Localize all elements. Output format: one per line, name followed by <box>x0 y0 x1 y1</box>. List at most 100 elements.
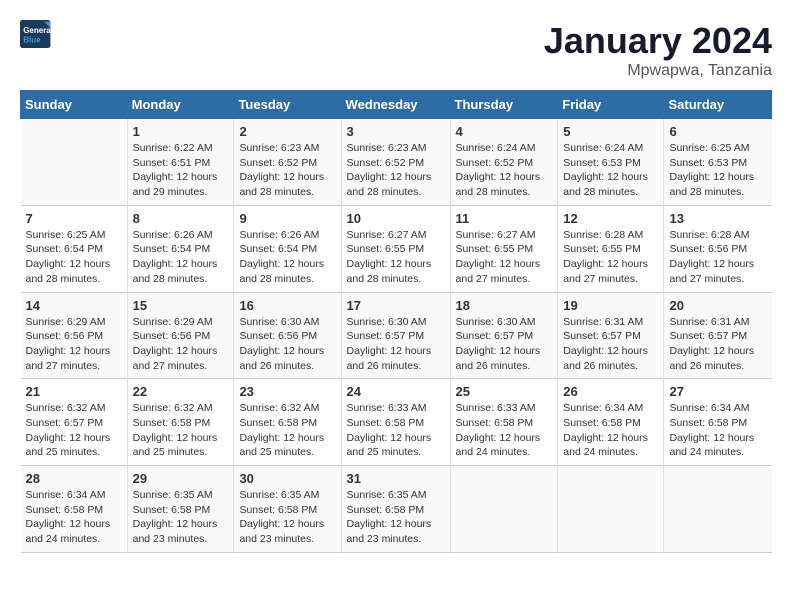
day-info: Sunrise: 6:26 AMSunset: 6:54 PMDaylight:… <box>239 229 324 285</box>
day-number: 30 <box>239 471 335 486</box>
day-info: Sunrise: 6:30 AMSunset: 6:57 PMDaylight:… <box>456 316 541 372</box>
day-info: Sunrise: 6:35 AMSunset: 6:58 PMDaylight:… <box>239 489 324 545</box>
logo: General Blue <box>20 20 56 48</box>
header-saturday: Saturday <box>664 91 772 119</box>
day-info: Sunrise: 6:29 AMSunset: 6:56 PMDaylight:… <box>133 316 218 372</box>
logo-icon: General Blue <box>20 20 52 48</box>
header-tuesday: Tuesday <box>234 91 341 119</box>
calendar-week-row: 7 Sunrise: 6:25 AMSunset: 6:54 PMDayligh… <box>21 205 772 292</box>
calendar-week-row: 1 Sunrise: 6:22 AMSunset: 6:51 PMDayligh… <box>21 119 772 206</box>
day-number: 31 <box>347 471 445 486</box>
calendar-cell <box>21 119 128 206</box>
calendar-cell: 3 Sunrise: 6:23 AMSunset: 6:52 PMDayligh… <box>341 119 450 206</box>
day-number: 19 <box>563 298 658 313</box>
calendar-cell: 10 Sunrise: 6:27 AMSunset: 6:55 PMDaylig… <box>341 205 450 292</box>
day-info: Sunrise: 6:30 AMSunset: 6:57 PMDaylight:… <box>347 316 432 372</box>
calendar-week-row: 14 Sunrise: 6:29 AMSunset: 6:56 PMDaylig… <box>21 292 772 379</box>
calendar-cell: 19 Sunrise: 6:31 AMSunset: 6:57 PMDaylig… <box>558 292 664 379</box>
calendar-header-row: Sunday Monday Tuesday Wednesday Thursday… <box>21 91 772 119</box>
day-number: 28 <box>26 471 122 486</box>
day-number: 2 <box>239 124 335 139</box>
day-number: 29 <box>133 471 229 486</box>
calendar-cell <box>664 466 772 553</box>
day-number: 15 <box>133 298 229 313</box>
day-number: 17 <box>347 298 445 313</box>
svg-text:General: General <box>23 26 52 35</box>
calendar-cell: 27 Sunrise: 6:34 AMSunset: 6:58 PMDaylig… <box>664 379 772 466</box>
header-wednesday: Wednesday <box>341 91 450 119</box>
svg-text:Blue: Blue <box>23 35 41 44</box>
calendar-cell: 26 Sunrise: 6:34 AMSunset: 6:58 PMDaylig… <box>558 379 664 466</box>
day-info: Sunrise: 6:34 AMSunset: 6:58 PMDaylight:… <box>26 489 111 545</box>
calendar-cell: 12 Sunrise: 6:28 AMSunset: 6:55 PMDaylig… <box>558 205 664 292</box>
day-info: Sunrise: 6:25 AMSunset: 6:53 PMDaylight:… <box>669 142 754 198</box>
calendar-cell <box>558 466 664 553</box>
day-info: Sunrise: 6:33 AMSunset: 6:58 PMDaylight:… <box>347 402 432 458</box>
header-monday: Monday <box>127 91 234 119</box>
day-info: Sunrise: 6:33 AMSunset: 6:58 PMDaylight:… <box>456 402 541 458</box>
day-info: Sunrise: 6:27 AMSunset: 6:55 PMDaylight:… <box>347 229 432 285</box>
day-info: Sunrise: 6:35 AMSunset: 6:58 PMDaylight:… <box>133 489 218 545</box>
calendar-week-row: 28 Sunrise: 6:34 AMSunset: 6:58 PMDaylig… <box>21 466 772 553</box>
calendar-table: Sunday Monday Tuesday Wednesday Thursday… <box>20 90 772 553</box>
title-block: January 2024 Mpwapwa, Tanzania <box>544 20 772 80</box>
calendar-cell: 31 Sunrise: 6:35 AMSunset: 6:58 PMDaylig… <box>341 466 450 553</box>
header-thursday: Thursday <box>450 91 558 119</box>
day-info: Sunrise: 6:34 AMSunset: 6:58 PMDaylight:… <box>669 402 754 458</box>
calendar-cell: 2 Sunrise: 6:23 AMSunset: 6:52 PMDayligh… <box>234 119 341 206</box>
calendar-cell: 6 Sunrise: 6:25 AMSunset: 6:53 PMDayligh… <box>664 119 772 206</box>
calendar-cell: 9 Sunrise: 6:26 AMSunset: 6:54 PMDayligh… <box>234 205 341 292</box>
day-number: 3 <box>347 124 445 139</box>
calendar-cell: 14 Sunrise: 6:29 AMSunset: 6:56 PMDaylig… <box>21 292 128 379</box>
day-number: 18 <box>456 298 553 313</box>
calendar-cell: 28 Sunrise: 6:34 AMSunset: 6:58 PMDaylig… <box>21 466 128 553</box>
calendar-cell: 30 Sunrise: 6:35 AMSunset: 6:58 PMDaylig… <box>234 466 341 553</box>
day-info: Sunrise: 6:28 AMSunset: 6:55 PMDaylight:… <box>563 229 648 285</box>
day-number: 6 <box>669 124 766 139</box>
day-info: Sunrise: 6:32 AMSunset: 6:58 PMDaylight:… <box>239 402 324 458</box>
day-info: Sunrise: 6:31 AMSunset: 6:57 PMDaylight:… <box>563 316 648 372</box>
calendar-cell: 15 Sunrise: 6:29 AMSunset: 6:56 PMDaylig… <box>127 292 234 379</box>
day-info: Sunrise: 6:24 AMSunset: 6:52 PMDaylight:… <box>456 142 541 198</box>
calendar-cell: 4 Sunrise: 6:24 AMSunset: 6:52 PMDayligh… <box>450 119 558 206</box>
day-info: Sunrise: 6:30 AMSunset: 6:56 PMDaylight:… <box>239 316 324 372</box>
day-info: Sunrise: 6:32 AMSunset: 6:57 PMDaylight:… <box>26 402 111 458</box>
day-info: Sunrise: 6:23 AMSunset: 6:52 PMDaylight:… <box>239 142 324 198</box>
day-number: 20 <box>669 298 766 313</box>
day-info: Sunrise: 6:29 AMSunset: 6:56 PMDaylight:… <box>26 316 111 372</box>
day-number: 11 <box>456 211 553 226</box>
page-header: General Blue January 2024 Mpwapwa, Tanza… <box>20 20 772 80</box>
calendar-cell: 13 Sunrise: 6:28 AMSunset: 6:56 PMDaylig… <box>664 205 772 292</box>
calendar-week-row: 21 Sunrise: 6:32 AMSunset: 6:57 PMDaylig… <box>21 379 772 466</box>
day-number: 4 <box>456 124 553 139</box>
header-friday: Friday <box>558 91 664 119</box>
header-sunday: Sunday <box>21 91 128 119</box>
day-info: Sunrise: 6:28 AMSunset: 6:56 PMDaylight:… <box>669 229 754 285</box>
day-number: 27 <box>669 384 766 399</box>
calendar-cell: 20 Sunrise: 6:31 AMSunset: 6:57 PMDaylig… <box>664 292 772 379</box>
calendar-cell: 18 Sunrise: 6:30 AMSunset: 6:57 PMDaylig… <box>450 292 558 379</box>
day-number: 12 <box>563 211 658 226</box>
day-info: Sunrise: 6:22 AMSunset: 6:51 PMDaylight:… <box>133 142 218 198</box>
calendar-cell <box>450 466 558 553</box>
day-number: 13 <box>669 211 766 226</box>
location-subtitle: Mpwapwa, Tanzania <box>544 62 772 80</box>
day-number: 22 <box>133 384 229 399</box>
day-number: 21 <box>26 384 122 399</box>
calendar-cell: 24 Sunrise: 6:33 AMSunset: 6:58 PMDaylig… <box>341 379 450 466</box>
day-info: Sunrise: 6:23 AMSunset: 6:52 PMDaylight:… <box>347 142 432 198</box>
calendar-cell: 11 Sunrise: 6:27 AMSunset: 6:55 PMDaylig… <box>450 205 558 292</box>
day-number: 25 <box>456 384 553 399</box>
day-number: 26 <box>563 384 658 399</box>
day-number: 5 <box>563 124 658 139</box>
calendar-cell: 17 Sunrise: 6:30 AMSunset: 6:57 PMDaylig… <box>341 292 450 379</box>
day-info: Sunrise: 6:34 AMSunset: 6:58 PMDaylight:… <box>563 402 648 458</box>
day-number: 9 <box>239 211 335 226</box>
calendar-cell: 21 Sunrise: 6:32 AMSunset: 6:57 PMDaylig… <box>21 379 128 466</box>
month-title: January 2024 <box>544 20 772 62</box>
day-number: 16 <box>239 298 335 313</box>
calendar-cell: 1 Sunrise: 6:22 AMSunset: 6:51 PMDayligh… <box>127 119 234 206</box>
calendar-cell: 25 Sunrise: 6:33 AMSunset: 6:58 PMDaylig… <box>450 379 558 466</box>
day-info: Sunrise: 6:25 AMSunset: 6:54 PMDaylight:… <box>26 229 111 285</box>
day-number: 8 <box>133 211 229 226</box>
